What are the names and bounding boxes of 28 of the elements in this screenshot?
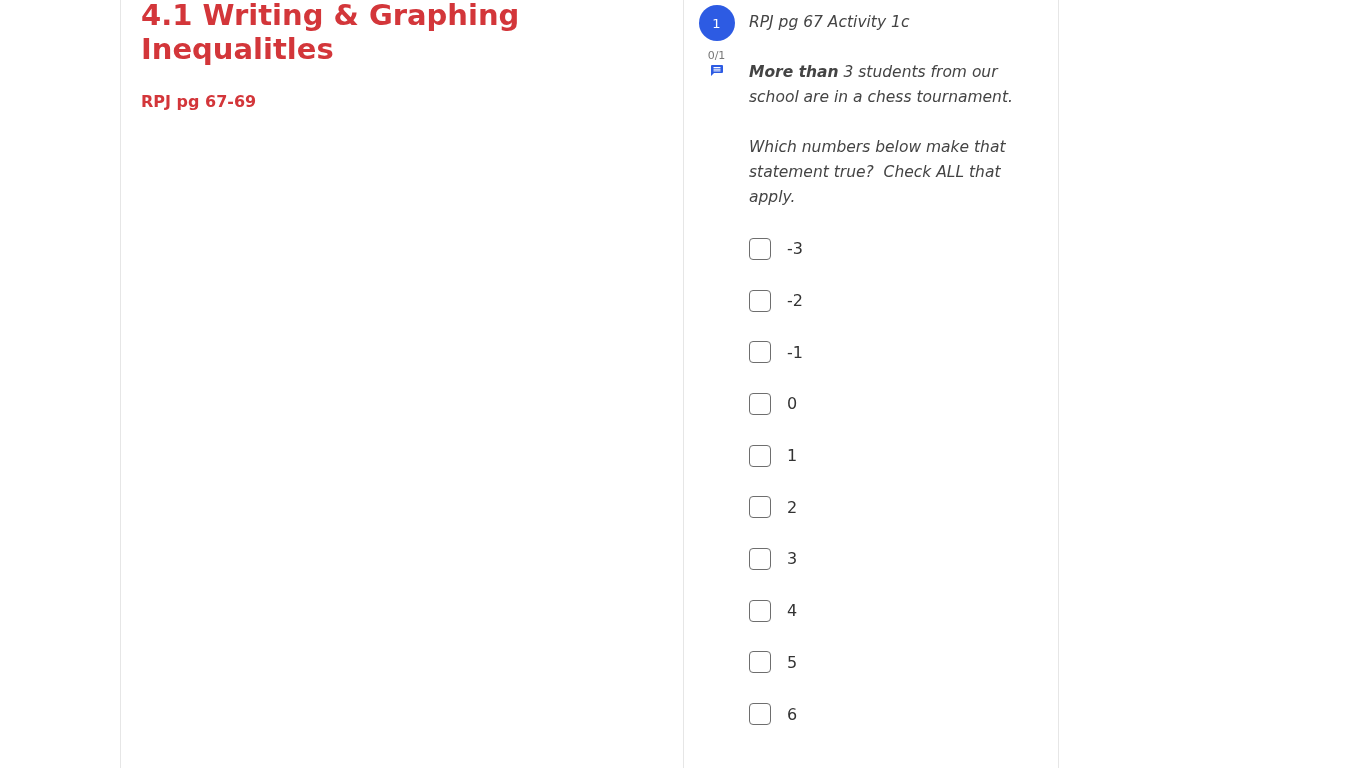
option-label: 4 (787, 601, 798, 621)
question-number-badge: 1 (698, 5, 735, 41)
question-text: More than 3 students from our school are in a chess tournament. (749, 62, 1014, 108)
checkbox[interactable] (749, 341, 771, 364)
checkbox[interactable] (749, 496, 771, 519)
checkbox[interactable] (749, 651, 771, 674)
option-label: 6 (787, 704, 798, 724)
checkbox[interactable] (749, 237, 771, 260)
checkbox[interactable] (749, 289, 771, 312)
checkbox[interactable] (749, 444, 771, 467)
checkbox[interactable] (749, 703, 771, 726)
comment-icon[interactable] (710, 65, 723, 76)
option-label: 1 (787, 446, 798, 466)
lesson-subtitle: RPJ pg 67-69 (141, 92, 258, 111)
checkbox[interactable] (749, 392, 771, 415)
option-label: -1 (787, 342, 803, 362)
option-label: 3 (787, 549, 798, 569)
option-label: 0 (787, 394, 798, 414)
option-label: 2 (787, 497, 798, 517)
lesson-title: 4.1 Writing & Graphing Inequalitles (141, 0, 521, 66)
question-text: Which numbers below make that statement true? Check ALL that apply. (749, 137, 1007, 208)
checkbox[interactable] (749, 547, 771, 570)
checkbox[interactable] (749, 599, 771, 622)
question-header: RPJ pg 67 Activity 1c (749, 12, 911, 33)
option-label: -3 (787, 239, 803, 259)
option-label: 5 (787, 652, 798, 672)
option-label: -2 (787, 291, 803, 311)
score-text: 0/1 (707, 49, 726, 62)
